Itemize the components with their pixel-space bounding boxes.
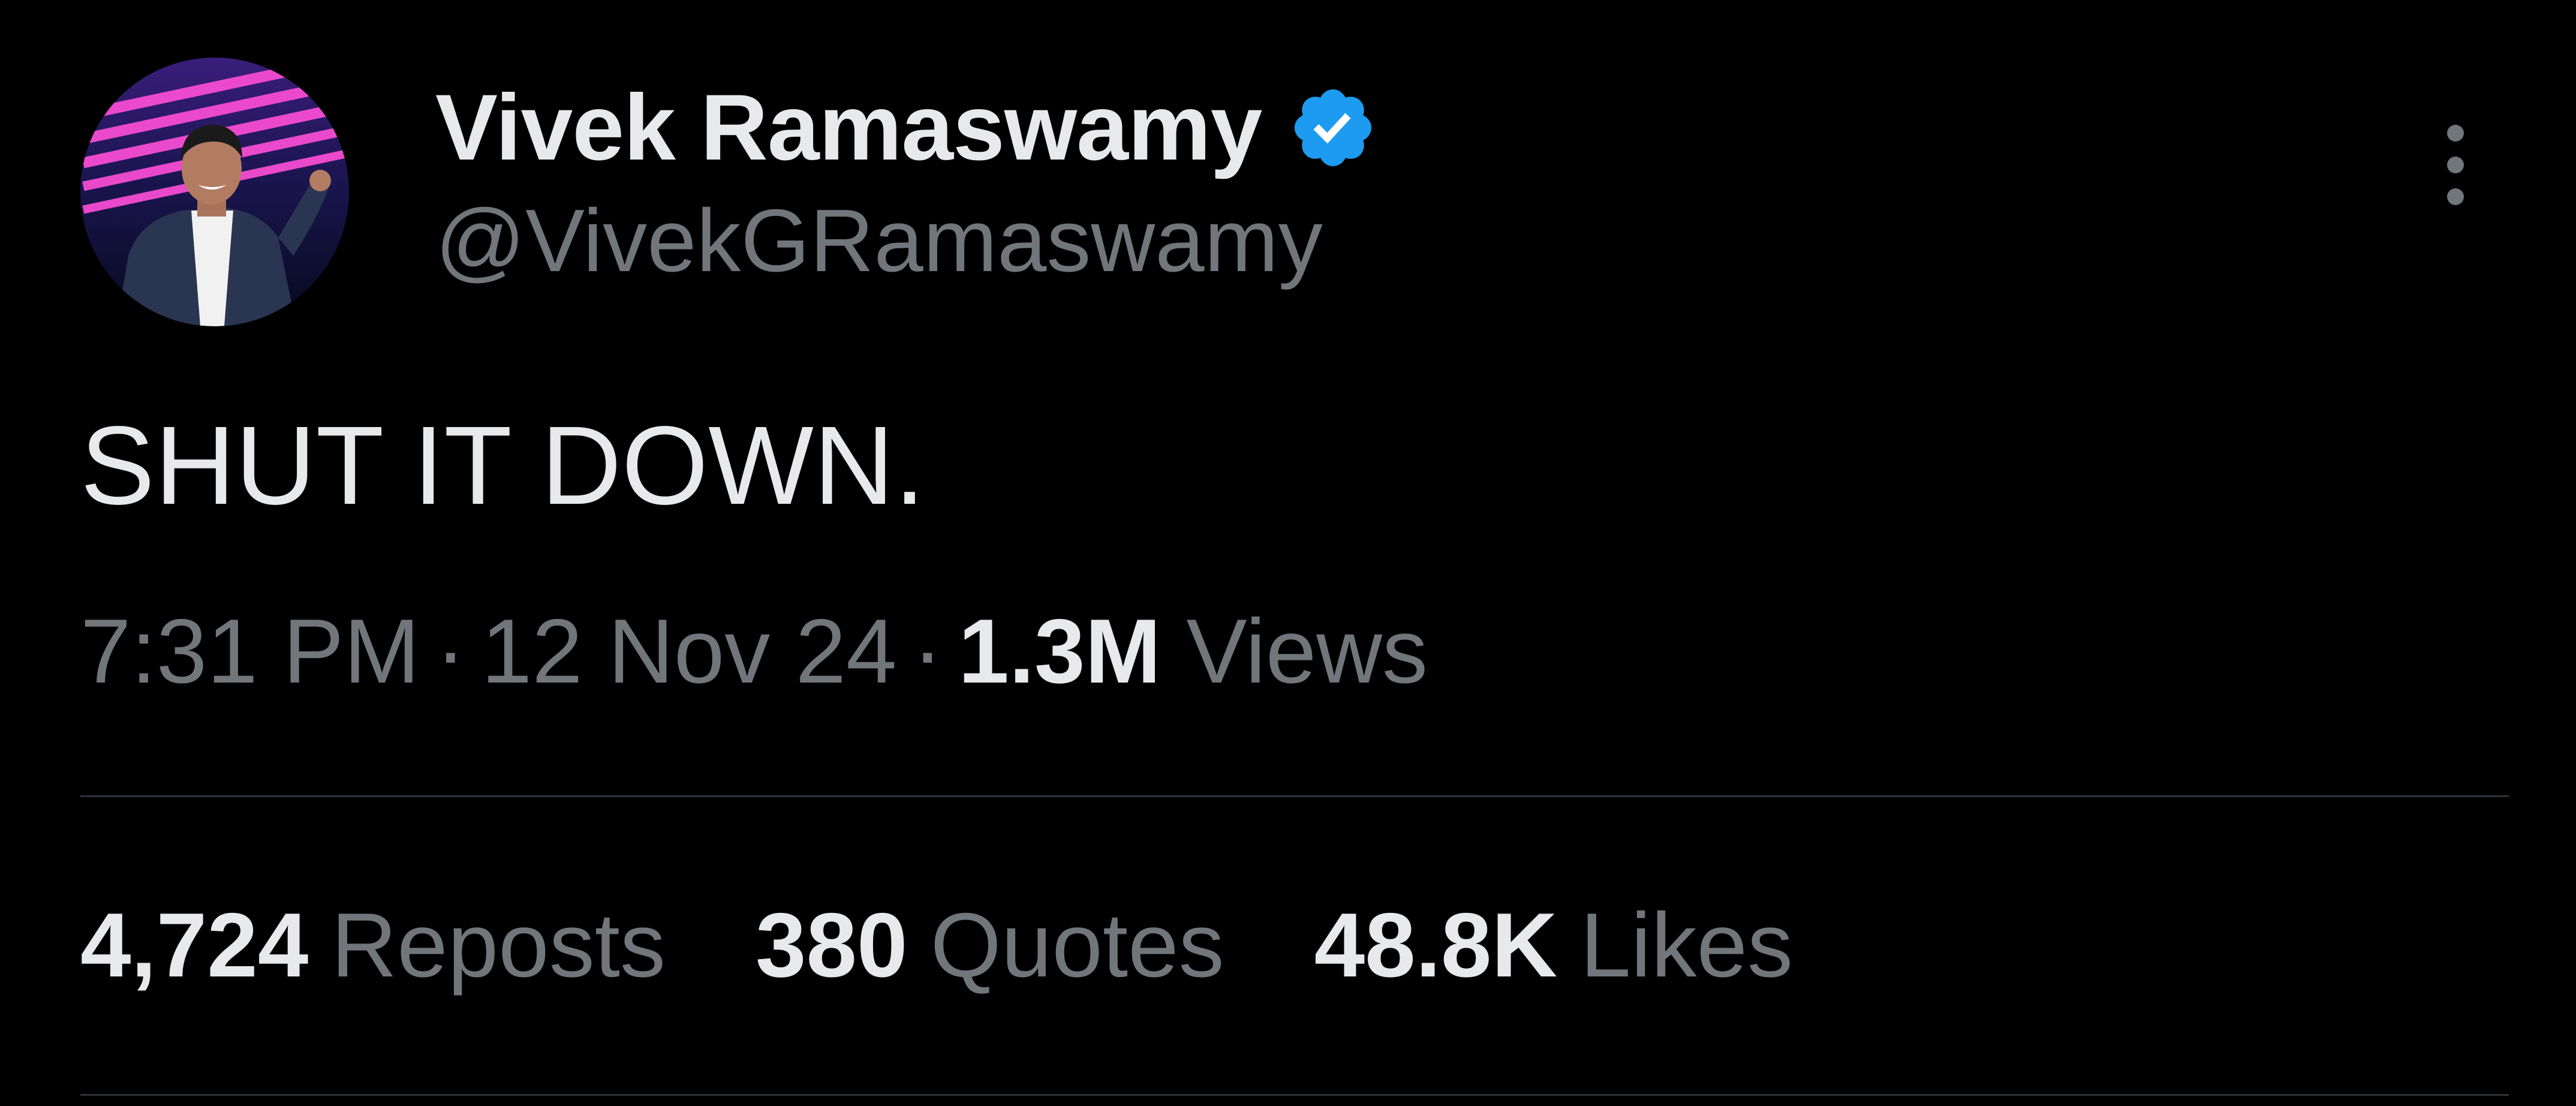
avatar-photo xyxy=(80,58,349,326)
engagement-stats: 4,724 Reposts 380 Quotes 48.8K Likes xyxy=(80,900,1883,991)
reposts-stat[interactable]: 4,724 Reposts xyxy=(80,900,666,991)
author-handle[interactable]: @VivekGRamaswamy xyxy=(435,197,1323,285)
more-options-vertical-icon xyxy=(2447,125,2464,205)
reposts-label: Reposts xyxy=(331,894,666,996)
views-count: 1.3M xyxy=(958,600,1161,702)
tweet-text: SHUT IT DOWN. xyxy=(80,404,925,528)
verified-badge-icon[interactable] xyxy=(1288,83,1378,173)
quotes-count: 380 xyxy=(755,894,908,996)
avatar[interactable] xyxy=(80,58,349,326)
author-name-row[interactable]: Vivek Ramaswamy xyxy=(435,71,1378,185)
more-options-button[interactable] xyxy=(2422,120,2488,210)
reposts-count: 4,724 xyxy=(80,894,309,996)
author-display-name[interactable]: Vivek Ramaswamy xyxy=(435,81,1262,175)
quotes-stat[interactable]: 380 Quotes xyxy=(756,900,1224,991)
meta-separator: · xyxy=(912,600,943,702)
views-label: Views xyxy=(1186,600,1428,702)
tweet-time[interactable]: 7:31 PM xyxy=(80,600,420,702)
likes-stat[interactable]: 48.8K Likes xyxy=(1314,900,1793,991)
divider xyxy=(80,1094,2509,1096)
tweet-meta: 7:31 PM · 12 Nov 24 · 1.3M Views xyxy=(80,606,1428,697)
likes-count: 48.8K xyxy=(1314,894,1558,996)
quotes-label: Quotes xyxy=(930,894,1224,996)
meta-separator: · xyxy=(435,600,466,702)
tweet-date[interactable]: 12 Nov 24 xyxy=(482,600,897,702)
likes-label: Likes xyxy=(1580,894,1793,996)
divider xyxy=(80,795,2509,797)
